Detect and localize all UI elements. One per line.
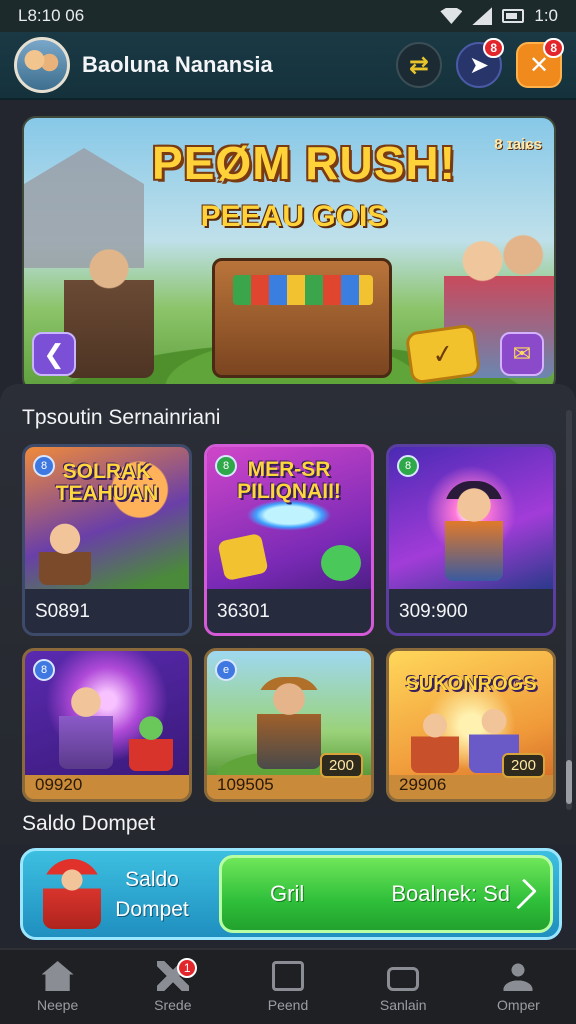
- character-figure: [59, 681, 113, 769]
- card-badge: e: [215, 659, 237, 681]
- status-time: L8:10 06: [18, 6, 85, 25]
- game-card-title: SOLRAK TEAHUAN: [55, 460, 159, 505]
- banner-title: PEØM RUSH!: [152, 137, 456, 189]
- game-card-value: S0891: [35, 601, 90, 622]
- nav-label: Neepe: [36, 997, 79, 1013]
- avatar[interactable]: [14, 37, 70, 93]
- wallet-label-line2: Dompet: [115, 898, 189, 921]
- user-icon: [502, 961, 535, 991]
- app-header: Baoluna Nanansia ⇄ ➤ 8 ✕ 8: [0, 32, 576, 100]
- price-tag: 200: [501, 753, 545, 778]
- character-figure: [411, 707, 459, 773]
- hero-character: [445, 481, 503, 581]
- link-button[interactable]: ⇄: [396, 42, 442, 88]
- message-button[interactable]: ➤ 8: [456, 38, 504, 88]
- nav-badge: 1: [177, 958, 198, 978]
- chevron-right-icon: [505, 878, 537, 910]
- card-badge: 8: [33, 659, 55, 681]
- check-icon: ✓: [430, 337, 456, 370]
- game-card-art: 8 SOLRAK TEAHUAN: [25, 447, 189, 589]
- game-card[interactable]: 8 MER-SR PILIQNAII! 36301: [204, 444, 374, 636]
- status-right-text: 1:0: [534, 6, 558, 25]
- game-card-art: 8: [389, 447, 553, 589]
- wallet-label-line1: Saldo: [125, 868, 179, 891]
- game-card[interactable]: 8 SOLRAK TEAHUAN S0891: [22, 444, 192, 636]
- price-tag: 200: [319, 753, 363, 778]
- banner-back-button[interactable]: ❮: [32, 332, 76, 376]
- chevron-left-icon: ❮: [43, 338, 65, 369]
- nav-label: Srede: [154, 997, 192, 1013]
- banner-tag: 8 ɪaiɕs: [494, 136, 542, 153]
- adventurer-character: [257, 677, 321, 769]
- wallet-section-label: Saldo Dompet: [22, 812, 156, 835]
- wallet-action-button[interactable]: Gril Boalnek: Sd: [219, 855, 553, 933]
- nav-label: Peend: [267, 997, 309, 1013]
- nav-item-tv[interactable]: Sanlain: [346, 950, 461, 1024]
- tv-icon: [387, 967, 420, 991]
- game-card[interactable]: SUKONROGS 200 29906: [386, 648, 556, 802]
- game-card-title: MER-SR PILIQNAII!: [237, 458, 341, 503]
- wifi-icon: [440, 8, 463, 24]
- game-card-value: 29906: [399, 775, 447, 794]
- scrollbar-track[interactable]: [566, 410, 572, 810]
- banner-mail-button[interactable]: ✉: [500, 332, 544, 376]
- banner-subtitle: PEEAU GOIS: [200, 200, 388, 233]
- home-icon: [41, 961, 74, 991]
- nav-label: Omper: [497, 997, 540, 1013]
- gold-coin-illustration: [217, 532, 269, 582]
- game-card-value: 09920: [35, 775, 83, 794]
- nav-item-tools[interactable]: 1 Srede: [115, 950, 230, 1024]
- game-card[interactable]: 8 09920: [22, 648, 192, 802]
- character-figure: [39, 519, 91, 585]
- link-icon: ⇄: [408, 51, 430, 79]
- banner-coin-button[interactable]: ✓: [404, 323, 482, 385]
- game-card-title: SUKONROGS: [405, 673, 537, 695]
- bottom-nav: Neepe 1 Srede Peend Sanlain Omper: [0, 948, 576, 1024]
- status-bar: L8:10 06 1:0: [0, 0, 576, 32]
- wallet-action-right-group: Boalnek: Sd: [391, 878, 537, 910]
- nav-item-home[interactable]: Neepe: [0, 950, 115, 1024]
- game-card-value: 109505: [217, 775, 274, 794]
- promo-banner[interactable]: PEØM RUSH! PEEAU GOIS 8 ɪaiɕs ❮ ✓ ✉: [22, 116, 556, 392]
- close-button[interactable]: ✕ 8: [516, 38, 564, 88]
- wallet-bar: Saldo Dompet Gril Boalnek: Sd: [20, 848, 562, 940]
- mail-icon: ✉: [512, 341, 532, 366]
- card-badge: 8: [397, 455, 419, 477]
- mascot-icon: [43, 859, 101, 929]
- wallet-action-right: Boalnek: Sd: [391, 881, 510, 906]
- nav-item-profile[interactable]: Omper: [461, 950, 576, 1024]
- close-badge: 8: [543, 38, 564, 58]
- game-card[interactable]: e 200 109505: [204, 648, 374, 802]
- treasure-chest-illustration: [212, 258, 392, 378]
- game-card[interactable]: 8 309:900: [386, 444, 556, 636]
- game-card-art: 8: [25, 651, 189, 775]
- game-card-value: 309:900: [399, 601, 468, 622]
- knight-character: [64, 238, 154, 378]
- scrollbar-thumb[interactable]: [566, 760, 572, 804]
- goblin-character: [129, 713, 173, 771]
- wallet-action-left: Gril: [270, 881, 305, 906]
- wallet-label: Saldo Dompet: [107, 865, 197, 925]
- gem-illustration: [321, 545, 361, 581]
- user-name: Baoluna Nanansia: [82, 52, 273, 77]
- game-card-value: 36301: [217, 601, 270, 622]
- board-icon: [272, 961, 304, 991]
- signal-icon: [472, 7, 493, 25]
- game-card-art: SUKONROGS 200: [389, 651, 553, 778]
- nav-item-board[interactable]: Peend: [230, 950, 345, 1024]
- status-icons: 1:0: [440, 6, 558, 26]
- message-badge: 8: [483, 38, 504, 58]
- game-card-art: 8 MER-SR PILIQNAII!: [207, 447, 371, 589]
- nav-label: Sanlain: [379, 997, 427, 1013]
- section-title: Tpsoutin Sernainriani: [22, 406, 221, 429]
- battery-icon: [502, 9, 525, 23]
- game-card-art: e 200: [207, 651, 371, 778]
